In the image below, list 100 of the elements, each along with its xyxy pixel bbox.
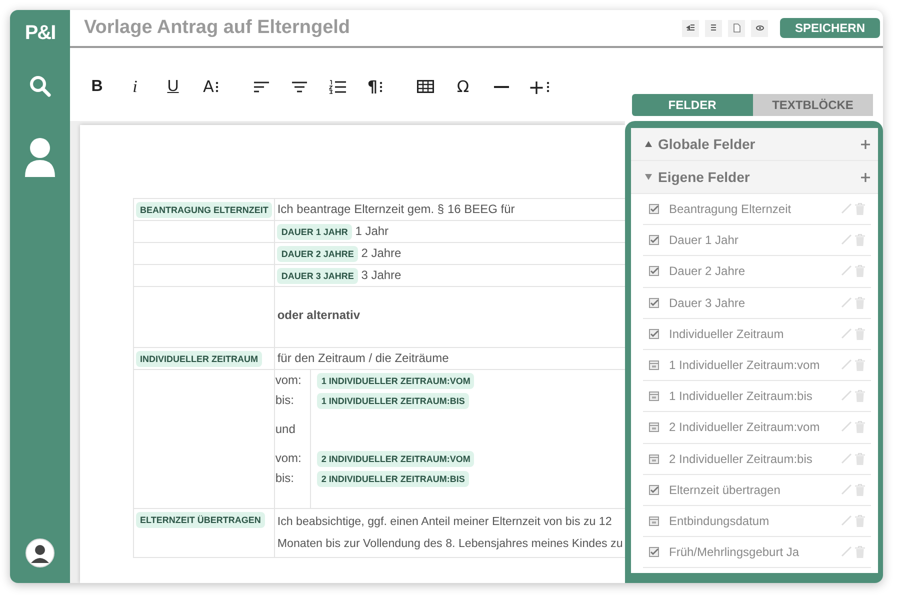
document-title: Vorlage Antrag auf Elterngeld: [84, 17, 352, 39]
cell-text: 2 Jahre: [361, 246, 402, 260]
pencil-icon[interactable]: [841, 452, 852, 464]
pencil-icon[interactable]: [841, 421, 852, 432]
field-label: Beantragung Elternzeit: [669, 202, 792, 216]
italic-button[interactable]: i: [116, 74, 154, 98]
avatar-icon[interactable]: [25, 538, 55, 568]
field-label: 2 Individueller Zeitraum:bis: [669, 452, 814, 466]
pencil-icon[interactable]: [841, 296, 852, 308]
checkbox-icon: [649, 547, 659, 558]
calendar-icon: [649, 391, 659, 402]
lines-button[interactable]: [705, 20, 722, 36]
preview-button[interactable]: [751, 20, 768, 36]
pencil-icon[interactable]: [841, 390, 852, 402]
section-title: Eigene Felder: [658, 169, 751, 185]
field-item[interactable]: Dauer 2 Jahre: [643, 256, 871, 288]
section-header[interactable]: Eigene Felder: [631, 161, 878, 194]
field-tag: DAUER 1 JAHR: [277, 224, 352, 240]
trash-icon[interactable]: [855, 203, 865, 216]
trash-icon[interactable]: [855, 234, 865, 246]
panel-tab[interactable]: FELDER: [632, 94, 752, 116]
field-label: 2 Individueller Zeitraum:vom: [669, 420, 821, 434]
field-tag: ELTERNZEIT ÜBERTRAGEN: [136, 512, 265, 528]
field-item[interactable]: 1 Individueller Zeitraum:bis: [643, 381, 871, 412]
field-label: 1 Individueller Zeitraum:bis: [669, 389, 814, 404]
pencil-icon[interactable]: [841, 359, 852, 370]
section-header[interactable]: Globale Felder: [631, 128, 878, 161]
numbered-list-icon: [328, 80, 346, 94]
trash-icon[interactable]: [855, 514, 865, 527]
page-button[interactable]: [728, 20, 745, 36]
field-tag: 2 INDIVIDUELLER ZEITRAUM:VOM: [317, 451, 474, 467]
calendar-icon: [649, 422, 659, 432]
paragraph-button[interactable]: ¶: [356, 74, 394, 98]
bold-button[interactable]: B: [78, 74, 116, 98]
period-label: vom:: [275, 372, 302, 389]
trash-icon[interactable]: [855, 484, 865, 496]
trash-icon[interactable]: [855, 546, 865, 558]
trash-icon[interactable]: [855, 328, 865, 340]
underline-button[interactable]: U: [154, 74, 192, 98]
checkbox-icon: [649, 328, 659, 339]
pencil-icon[interactable]: [841, 265, 852, 276]
field-label: Entbindungsdatum: [669, 514, 770, 528]
field-item[interactable]: Entbindungsdatum: [643, 506, 871, 538]
outdent-button[interactable]: [682, 20, 699, 36]
trash-icon[interactable]: [855, 452, 865, 465]
panel-tab[interactable]: TEXTBLÖCKE: [752, 94, 873, 116]
field-tag: INDIVIDUELLER ZEITRAUM: [136, 351, 262, 367]
calendar-icon: [649, 454, 659, 464]
period-label: bis:: [275, 470, 296, 487]
search-icon[interactable]: [29, 75, 51, 97]
user-icon[interactable]: [24, 137, 56, 177]
checkbox-icon: [649, 298, 659, 308]
field-tag: 1 INDIVIDUELLER ZEITRAUM:BIS: [317, 393, 469, 409]
pencil-icon[interactable]: [841, 234, 852, 246]
checkbox-icon: [649, 484, 659, 495]
pencil-icon[interactable]: [841, 484, 852, 495]
field-item[interactable]: 2 Individueller Zeitraum:vom: [643, 412, 871, 444]
pencil-icon[interactable]: [841, 514, 852, 526]
align-left-icon: [254, 80, 268, 92]
calendar-icon: [649, 516, 659, 526]
checkbox-icon: [649, 266, 659, 276]
pencil-icon[interactable]: [841, 203, 852, 214]
align-center-icon: [292, 80, 306, 92]
page-icon: [732, 23, 742, 33]
field-item[interactable]: 1 Individueller Zeitraum:vom: [643, 350, 871, 382]
table-icon: [416, 80, 434, 93]
font-button[interactable]: A: [192, 74, 230, 98]
field-item[interactable]: Früh/Mehrlingsgeburt Ja: [643, 537, 871, 568]
checkbox-icon: [649, 204, 659, 214]
field-item[interactable]: 2 Individueller Zeitraum:bis: [643, 444, 871, 475]
field-item[interactable]: Dauer 1 Jahr: [643, 225, 871, 256]
trash-icon[interactable]: [855, 421, 865, 434]
field-tag: 2 INDIVIDUELLER ZEITRAUM:BIS: [317, 471, 469, 487]
plus-icon[interactable]: [861, 172, 870, 182]
field-label: Dauer 2 Jahre: [669, 264, 746, 278]
trash-icon[interactable]: [855, 296, 865, 309]
cell-text: 1 Jahr: [355, 224, 389, 238]
trash-icon[interactable]: [855, 265, 865, 278]
field-item[interactable]: Dauer 3 Jahre: [643, 288, 871, 319]
pencil-icon[interactable]: [841, 546, 852, 558]
cell-text: für den Zeitraum / die Zeiträume: [277, 351, 449, 365]
field-item[interactable]: Elternzeit übertragen: [643, 474, 871, 506]
calendar-icon: [649, 360, 659, 370]
pencil-icon[interactable]: [841, 328, 852, 339]
section-title: Globale Felder: [658, 136, 756, 152]
save-button[interactable]: SPEICHERN: [780, 18, 880, 38]
field-label: Dauer 3 Jahre: [669, 296, 746, 310]
field-item[interactable]: Beantragung Elternzeit: [643, 194, 871, 226]
plus-icon[interactable]: [861, 140, 870, 148]
symbol-button[interactable]: Ω: [444, 74, 482, 98]
trash-icon[interactable]: [855, 359, 865, 372]
field-tag: DAUER 3 JAHRE: [277, 268, 358, 284]
cell-text: Ich beabsichtige, ggf. einen Anteil meiner Elternzeit von bis zu 12 Monaten bis zur Vollendung des 8. Lebensjahres meines Kindes zu: [277, 514, 624, 552]
field-item[interactable]: Individueller Zeitraum: [643, 318, 871, 350]
eye-icon: [754, 23, 764, 33]
field-tag: DAUER 2 JAHRE: [277, 246, 358, 262]
insert-button[interactable]: +: [520, 74, 558, 98]
checkbox-icon: [649, 235, 659, 246]
horizontal-line-icon: [494, 84, 508, 88]
trash-icon[interactable]: [855, 390, 865, 402]
